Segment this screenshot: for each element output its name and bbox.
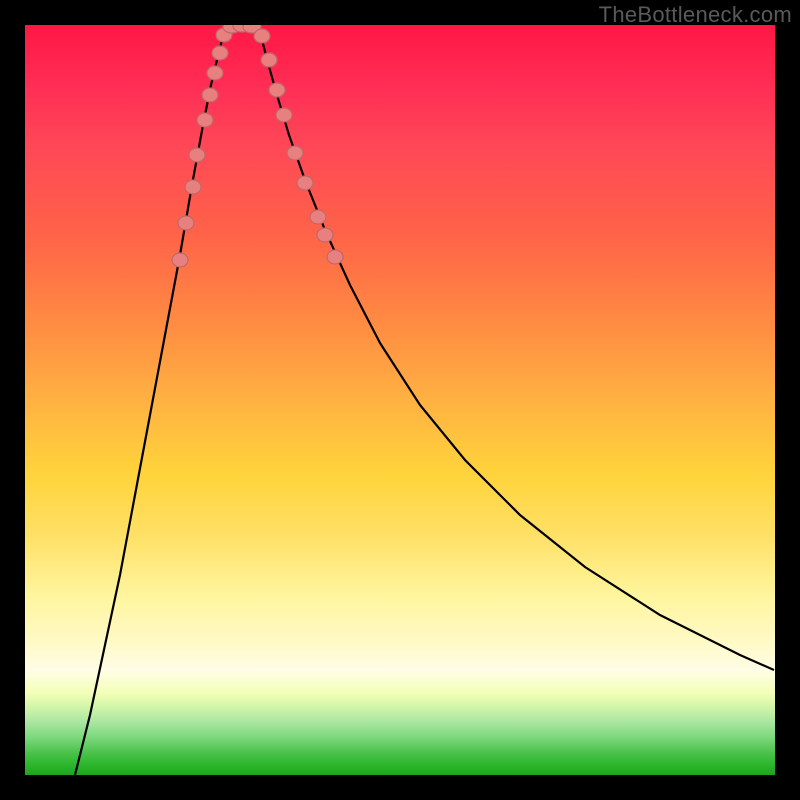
- data-marker: [297, 176, 313, 190]
- data-marker: [185, 180, 201, 194]
- data-marker: [261, 53, 277, 67]
- data-marker: [212, 46, 228, 60]
- data-marker: [202, 88, 218, 102]
- data-marker: [172, 253, 188, 267]
- data-marker: [327, 250, 343, 264]
- markers-group: [172, 25, 343, 267]
- data-marker: [317, 228, 333, 242]
- data-marker: [287, 146, 303, 160]
- data-marker: [254, 29, 270, 43]
- data-marker: [197, 113, 213, 127]
- data-marker: [207, 66, 223, 80]
- data-marker: [276, 108, 292, 122]
- data-marker: [310, 210, 326, 224]
- left-curve: [75, 26, 226, 775]
- chart-overlay: [25, 25, 775, 775]
- data-marker: [269, 83, 285, 97]
- right-curve: [258, 26, 774, 670]
- data-marker: [178, 216, 194, 230]
- data-marker: [189, 148, 205, 162]
